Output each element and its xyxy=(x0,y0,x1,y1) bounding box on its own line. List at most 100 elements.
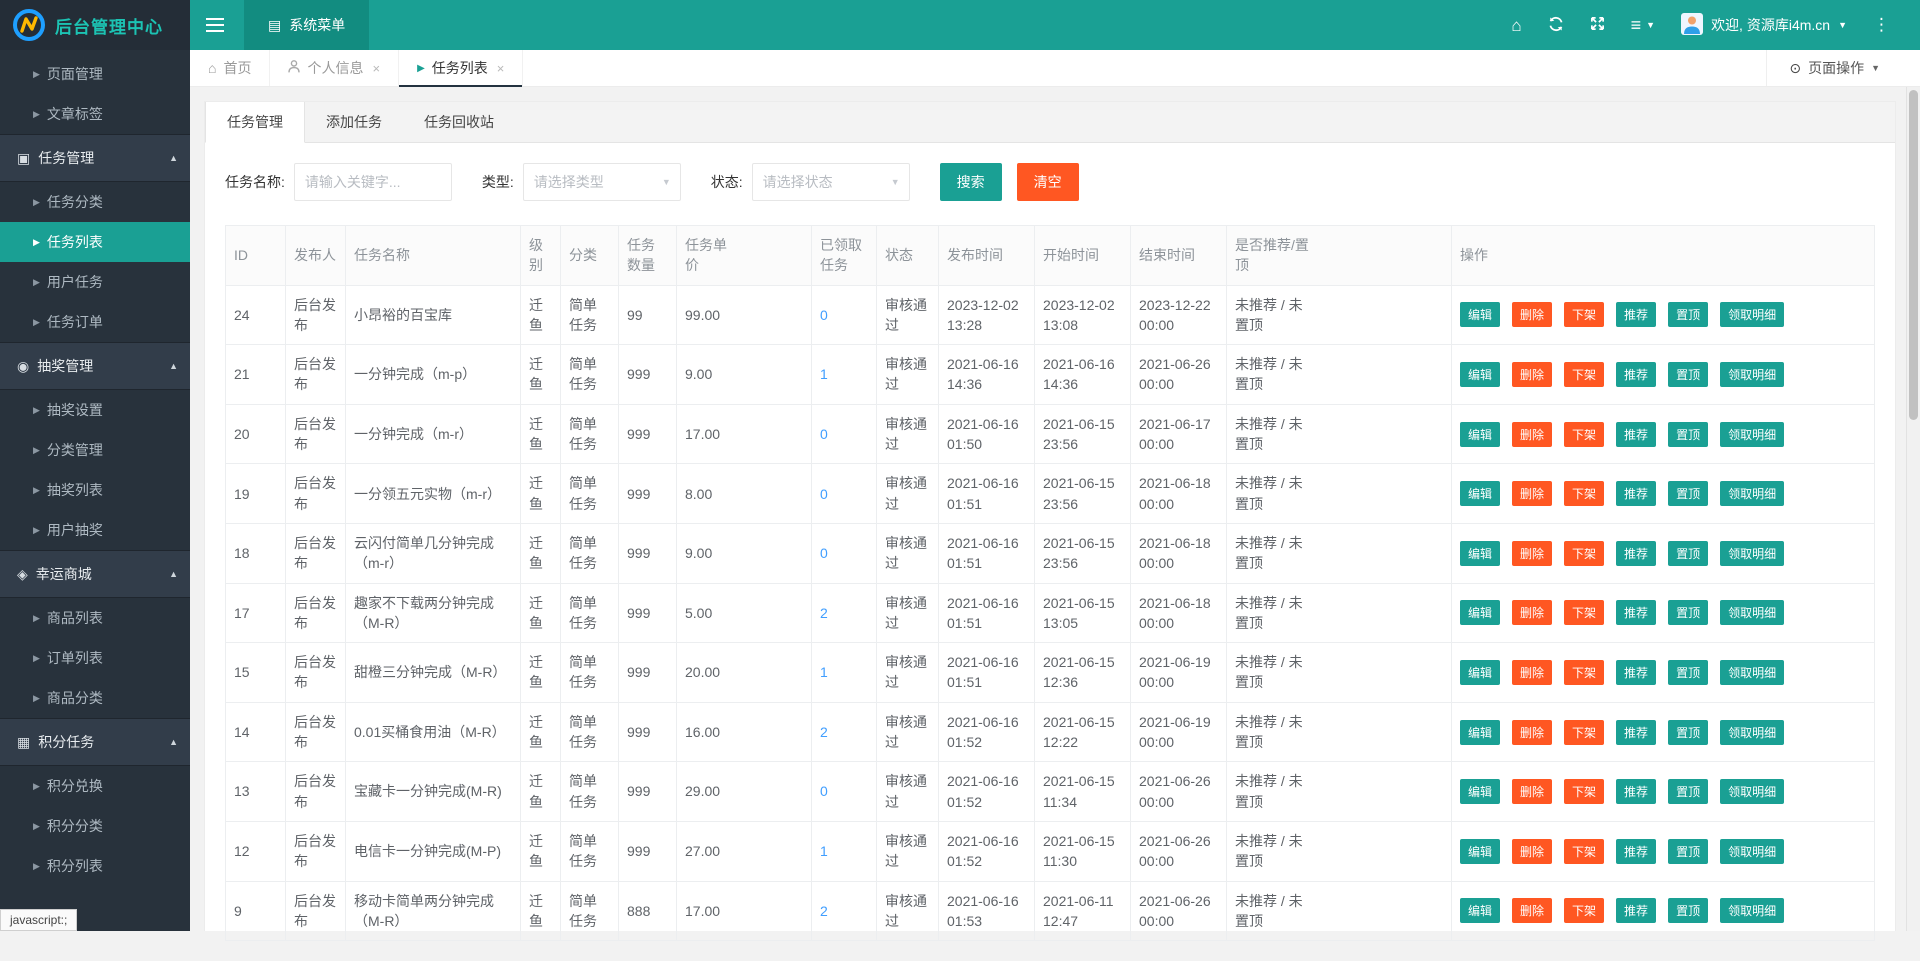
sidebar-toggle-icon[interactable] xyxy=(190,0,240,50)
tab-system-menu[interactable]: ▤ 系统菜单 xyxy=(244,0,369,50)
claimed-count-link[interactable]: 0 xyxy=(820,545,828,561)
status-select[interactable]: 请选择状态 ▼ xyxy=(752,163,910,201)
offline-button[interactable]: 下架 xyxy=(1564,898,1604,923)
delete-button[interactable]: 删除 xyxy=(1512,600,1552,625)
claim-detail-button[interactable]: 领取明细 xyxy=(1720,779,1784,804)
delete-button[interactable]: 删除 xyxy=(1512,660,1552,685)
claimed-count-link[interactable]: 2 xyxy=(820,605,828,621)
sidebar-section[interactable]: ◉抽奖管理▲ xyxy=(0,342,190,390)
claim-detail-button[interactable]: 领取明细 xyxy=(1720,481,1784,506)
claimed-count-link[interactable]: 0 xyxy=(820,783,828,799)
sidebar-section[interactable]: ▣任务管理▲ xyxy=(0,134,190,182)
pin-top-button[interactable]: 置顶 xyxy=(1668,660,1708,685)
claim-detail-button[interactable]: 领取明细 xyxy=(1720,898,1784,923)
pin-top-button[interactable]: 置顶 xyxy=(1668,362,1708,387)
home-icon[interactable]: ⌂ xyxy=(1511,17,1521,34)
pin-top-button[interactable]: 置顶 xyxy=(1668,898,1708,923)
edit-button[interactable]: 编辑 xyxy=(1460,302,1500,327)
close-icon[interactable]: × xyxy=(497,61,505,76)
sidebar-section[interactable]: ▦积分任务▲ xyxy=(0,718,190,766)
subtab-task-recycle[interactable]: 任务回收站 xyxy=(403,102,515,142)
claim-detail-button[interactable]: 领取明细 xyxy=(1720,839,1784,864)
sidebar-section[interactable]: ◈幸运商城▲ xyxy=(0,550,190,598)
edit-button[interactable]: 编辑 xyxy=(1460,541,1500,566)
offline-button[interactable]: 下架 xyxy=(1564,422,1604,447)
delete-button[interactable]: 删除 xyxy=(1512,422,1552,447)
claimed-count-link[interactable]: 1 xyxy=(820,664,828,680)
recommend-button[interactable]: 推荐 xyxy=(1616,481,1656,506)
pin-top-button[interactable]: 置顶 xyxy=(1668,541,1708,566)
sidebar-item-active[interactable]: ▶任务列表 xyxy=(0,222,190,262)
delete-button[interactable]: 删除 xyxy=(1512,839,1552,864)
recommend-button[interactable]: 推荐 xyxy=(1616,779,1656,804)
recommend-button[interactable]: 推荐 xyxy=(1616,660,1656,685)
sidebar-item[interactable]: ▶订单列表 xyxy=(0,638,190,678)
edit-button[interactable]: 编辑 xyxy=(1460,600,1500,625)
recommend-button[interactable]: 推荐 xyxy=(1616,720,1656,745)
claim-detail-button[interactable]: 领取明细 xyxy=(1720,422,1784,447)
sidebar-item[interactable]: ▶分类管理 xyxy=(0,430,190,470)
sidebar-item[interactable]: ▶抽奖列表 xyxy=(0,470,190,510)
edit-button[interactable]: 编辑 xyxy=(1460,660,1500,685)
claimed-count-link[interactable]: 1 xyxy=(820,366,828,382)
tab-task-list[interactable]: ▶ 任务列表 × xyxy=(399,50,523,86)
page-operations-dropdown[interactable]: ⊙ 页面操作 ▼ xyxy=(1766,50,1906,86)
pin-top-button[interactable]: 置顶 xyxy=(1668,481,1708,506)
edit-button[interactable]: 编辑 xyxy=(1460,898,1500,923)
pin-top-button[interactable]: 置顶 xyxy=(1668,600,1708,625)
offline-button[interactable]: 下架 xyxy=(1564,481,1604,506)
recommend-button[interactable]: 推荐 xyxy=(1616,600,1656,625)
pin-top-button[interactable]: 置顶 xyxy=(1668,302,1708,327)
fullscreen-icon[interactable] xyxy=(1590,16,1605,34)
offline-button[interactable]: 下架 xyxy=(1564,839,1604,864)
claimed-count-link[interactable]: 0 xyxy=(820,307,828,323)
sidebar-item[interactable]: ▶积分兑换 xyxy=(0,766,190,806)
recommend-button[interactable]: 推荐 xyxy=(1616,422,1656,447)
recommend-button[interactable]: 推荐 xyxy=(1616,362,1656,387)
vertical-scrollbar[interactable] xyxy=(1906,87,1920,931)
delete-button[interactable]: 删除 xyxy=(1512,541,1552,566)
claim-detail-button[interactable]: 领取明细 xyxy=(1720,720,1784,745)
offline-button[interactable]: 下架 xyxy=(1564,779,1604,804)
claim-detail-button[interactable]: 领取明细 xyxy=(1720,362,1784,387)
sidebar-item[interactable]: ▶用户任务 xyxy=(0,262,190,302)
edit-button[interactable]: 编辑 xyxy=(1460,481,1500,506)
close-icon[interactable]: × xyxy=(372,61,380,76)
search-button[interactable]: 搜索 xyxy=(940,163,1002,201)
sidebar-item[interactable]: ▶商品列表 xyxy=(0,598,190,638)
sidebar-item[interactable]: ▶任务订单 xyxy=(0,302,190,342)
sidebar-item[interactable]: ▶用户抽奖 xyxy=(0,510,190,550)
offline-button[interactable]: 下架 xyxy=(1564,720,1604,745)
claim-detail-button[interactable]: 领取明细 xyxy=(1720,660,1784,685)
type-select[interactable]: 请选择类型 ▼ xyxy=(523,163,681,201)
subtab-add-task[interactable]: 添加任务 xyxy=(305,102,403,142)
claim-detail-button[interactable]: 领取明细 xyxy=(1720,541,1784,566)
task-name-input[interactable] xyxy=(294,163,452,201)
offline-button[interactable]: 下架 xyxy=(1564,660,1604,685)
pin-top-button[interactable]: 置顶 xyxy=(1668,422,1708,447)
refresh-icon[interactable] xyxy=(1548,16,1564,35)
recommend-button[interactable]: 推荐 xyxy=(1616,898,1656,923)
tab-home[interactable]: ⌂ 首页 xyxy=(190,50,270,86)
more-options-icon[interactable]: ⋮ xyxy=(1873,15,1890,35)
claimed-count-link[interactable]: 2 xyxy=(820,903,828,919)
sidebar-item[interactable]: ▶页面管理 xyxy=(0,54,190,94)
delete-button[interactable]: 删除 xyxy=(1512,481,1552,506)
sidebar-item[interactable]: ▶任务分类 xyxy=(0,182,190,222)
edit-button[interactable]: 编辑 xyxy=(1460,779,1500,804)
offline-button[interactable]: 下架 xyxy=(1564,362,1604,387)
claimed-count-link[interactable]: 0 xyxy=(820,426,828,442)
recommend-button[interactable]: 推荐 xyxy=(1616,302,1656,327)
user-menu[interactable]: 欢迎, 资源库i4m.cn ▼ xyxy=(1681,13,1847,38)
offline-button[interactable]: 下架 xyxy=(1564,600,1604,625)
offline-button[interactable]: 下架 xyxy=(1564,541,1604,566)
claimed-count-link[interactable]: 2 xyxy=(820,724,828,740)
claimed-count-link[interactable]: 0 xyxy=(820,486,828,502)
sidebar-item[interactable]: ▶商品分类 xyxy=(0,678,190,718)
claim-detail-button[interactable]: 领取明细 xyxy=(1720,302,1784,327)
pin-top-button[interactable]: 置顶 xyxy=(1668,839,1708,864)
delete-button[interactable]: 删除 xyxy=(1512,720,1552,745)
delete-button[interactable]: 删除 xyxy=(1512,362,1552,387)
sidebar-item[interactable]: ▶文章标签 xyxy=(0,94,190,134)
clear-button[interactable]: 清空 xyxy=(1017,163,1079,201)
